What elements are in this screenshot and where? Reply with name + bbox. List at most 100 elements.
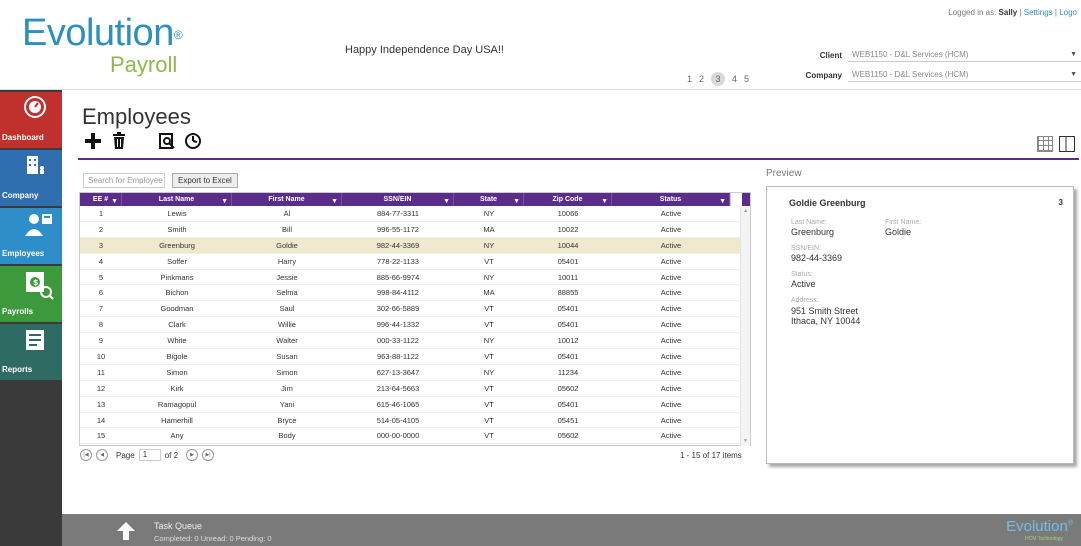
table-cell: Goldie <box>276 240 298 250</box>
split-view-icon[interactable] <box>1059 136 1075 152</box>
table-row[interactable]: 12 Kirk Jim 213-64-5663 VT 05602 Active <box>80 381 740 397</box>
table-cell: 10012 <box>557 336 579 346</box>
sidebar-item-employees[interactable]: Employees <box>0 208 62 264</box>
column-header[interactable]: Status ▼ <box>612 193 730 206</box>
page-input[interactable]: 1 <box>138 449 161 461</box>
column-header[interactable]: Last Name ▼ <box>122 193 232 206</box>
table-row[interactable]: 1 Lewis Al 884-77-3311 NY 10066 Active <box>80 206 740 222</box>
building-icon <box>24 154 46 176</box>
table-cell: Soffer <box>167 256 187 266</box>
client-selector: Client WEB1150 - D&L Services (HCM) ▼ <box>802 48 1081 62</box>
scroll-down-icon[interactable]: ▼ <box>743 438 748 444</box>
grid-body: 1 Lewis Al 884-77-3311 NY 10066 Active 2 Smith Bi… <box>80 206 740 445</box>
table-cell: 05401 <box>557 399 579 409</box>
table-cell: 05451 <box>557 415 579 425</box>
table-cell: 302-66-5889 <box>376 304 420 314</box>
scroll-up-icon[interactable]: ▲ <box>743 208 748 214</box>
column-header[interactable]: State ▼ <box>454 193 524 206</box>
table-cell: 778-22-1133 <box>377 256 419 266</box>
table-cell: Active <box>660 288 682 298</box>
table-row[interactable]: 14 Hamerhill Bryce 514-05-4105 VT 05451 Active <box>80 413 740 429</box>
sidebar-item-payrolls[interactable]: $ Payrolls <box>0 266 62 322</box>
top-page-2[interactable]: 2 <box>699 74 704 84</box>
column-header-label: Status <box>659 196 682 203</box>
column-menu-icon[interactable] <box>730 193 742 206</box>
top-page-3[interactable]: 3 <box>711 72 726 86</box>
column-header[interactable]: SSN/EIN ▼ <box>342 193 454 206</box>
employee-search-input[interactable]: Search for Employee <box>83 173 165 188</box>
table-cell: Clark <box>168 320 186 330</box>
table-row[interactable]: 8 Clark Willie 996-44-1332 VT 05401 Active <box>80 317 740 334</box>
report-search-icon[interactable] <box>158 132 176 150</box>
table-cell: VT <box>484 415 494 425</box>
table-row[interactable]: 5 Pinkmans Jessie 885-66-9974 NY 10011 Active <box>80 270 740 286</box>
table-cell: Jim <box>281 383 293 393</box>
first-page-icon[interactable]: |◀ <box>80 449 92 461</box>
table-row[interactable]: 7 Goodman Saul 302-66-5889 VT 05401 Active <box>80 301 740 318</box>
table-cell: Lewis <box>167 209 187 218</box>
sidebar-item-label: Company <box>2 191 39 200</box>
address-line-1: 951 Smith Street <box>791 306 859 316</box>
announcement-text: Happy Independence Day USA!! <box>345 44 504 56</box>
table-cell: Bill <box>281 224 292 234</box>
title-divider <box>78 158 1079 160</box>
table-cell: 12 <box>96 383 106 393</box>
table-cell: 10022 <box>557 224 579 234</box>
table-row[interactable]: 3 Greenburg Goldie 982-44-3369 NY 10044 Active <box>80 237 740 254</box>
column-header[interactable]: EE # ▼ <box>80 193 122 206</box>
column-header[interactable]: First Name ▼ <box>232 193 342 206</box>
next-page-icon[interactable]: ▶ <box>186 449 199 461</box>
sidebar-item-reports[interactable]: Reports <box>0 324 62 380</box>
table-row[interactable]: 4 Soffer Harry 778-22-1133 VT 05401 Active <box>80 254 740 270</box>
settings-link[interactable]: Settings <box>1024 8 1053 17</box>
table-row[interactable]: 11 Simon Simon 627-13-3647 NY 11234 Active <box>80 365 740 381</box>
table-cell: NY <box>483 336 495 346</box>
company-dropdown[interactable]: WEB1150 - D&L Services (HCM) ▼ <box>848 68 1081 82</box>
table-cell: Al <box>283 209 291 218</box>
export-to-excel-button[interactable]: Export to Excel <box>172 173 238 188</box>
task-queue-label[interactable]: Task Queue <box>154 521 202 531</box>
prev-page-icon[interactable]: ◀ <box>96 449 108 461</box>
top-page-4[interactable]: 4 <box>732 74 737 84</box>
evolution-logo[interactable]: Evolution® Payroll <box>22 12 183 77</box>
trash-icon[interactable] <box>110 132 128 150</box>
table-row[interactable]: 2 Smith Bill 996-55-1172 MA 10022 Active <box>80 222 740 238</box>
table-cell: 884-77-3311 <box>377 209 419 218</box>
table-cell: 213-64-5663 <box>376 383 420 393</box>
table-cell: Active <box>660 209 682 218</box>
top-page-1[interactable]: 1 <box>687 74 692 84</box>
top-page-5[interactable]: 5 <box>744 74 749 84</box>
client-value: WEB1150 - D&L Services (HCM) <box>852 50 969 59</box>
registered-mark: ® <box>173 28 183 42</box>
table-row[interactable]: 10 Bigole Susan 963-88-1122 VT 05401 Active <box>80 349 740 365</box>
table-cell: Body <box>278 431 296 441</box>
table-row[interactable]: 15 Any Body 000-00-0000 VT 05602 Active <box>80 428 740 445</box>
column-header[interactable]: Zip Code ▼ <box>524 193 612 206</box>
table-cell: 4 <box>98 256 104 266</box>
table-cell: Active <box>660 304 682 314</box>
table-cell: MA <box>483 224 495 234</box>
client-dropdown[interactable]: WEB1150 - D&L Services (HCM) ▼ <box>848 48 1081 62</box>
sidebar-item-dashboard[interactable]: Dashboard <box>0 92 62 148</box>
table-row[interactable]: 13 Ramagopul Yani 615-46-1065 VT 05401 Active <box>80 397 740 413</box>
table-cell: Active <box>660 272 682 282</box>
logo-text: Evolution <box>22 12 174 54</box>
table-cell: Bigole <box>166 352 188 362</box>
table-cell: Goodman <box>160 304 194 314</box>
preview-employee-name: Goldie Greenburg <box>789 198 866 208</box>
table-row[interactable]: 9 White Walter 000-33-1122 NY 10012 Active <box>80 333 740 350</box>
table-cell: 13 <box>96 399 106 409</box>
sidebar-item-company[interactable]: Company <box>0 150 62 206</box>
table-cell: Simon <box>276 367 298 377</box>
add-icon[interactable] <box>84 132 102 150</box>
logout-link[interactable]: Logo <box>1059 8 1077 17</box>
last-page-icon[interactable]: ▶| <box>202 449 215 461</box>
clock-icon[interactable] <box>184 132 202 150</box>
grid-scrollbar[interactable]: ▲ ▼ <box>740 206 750 446</box>
grid-view-icon[interactable] <box>1037 136 1053 152</box>
table-cell: Smith <box>167 224 187 234</box>
table-cell: 10 <box>96 352 106 362</box>
table-cell: Simon <box>166 367 188 377</box>
last-name-label: Last Name: <box>791 219 827 226</box>
table-row[interactable]: 6 Bichon Selma 998-84-4112 MA 88855 Active <box>80 285 740 302</box>
